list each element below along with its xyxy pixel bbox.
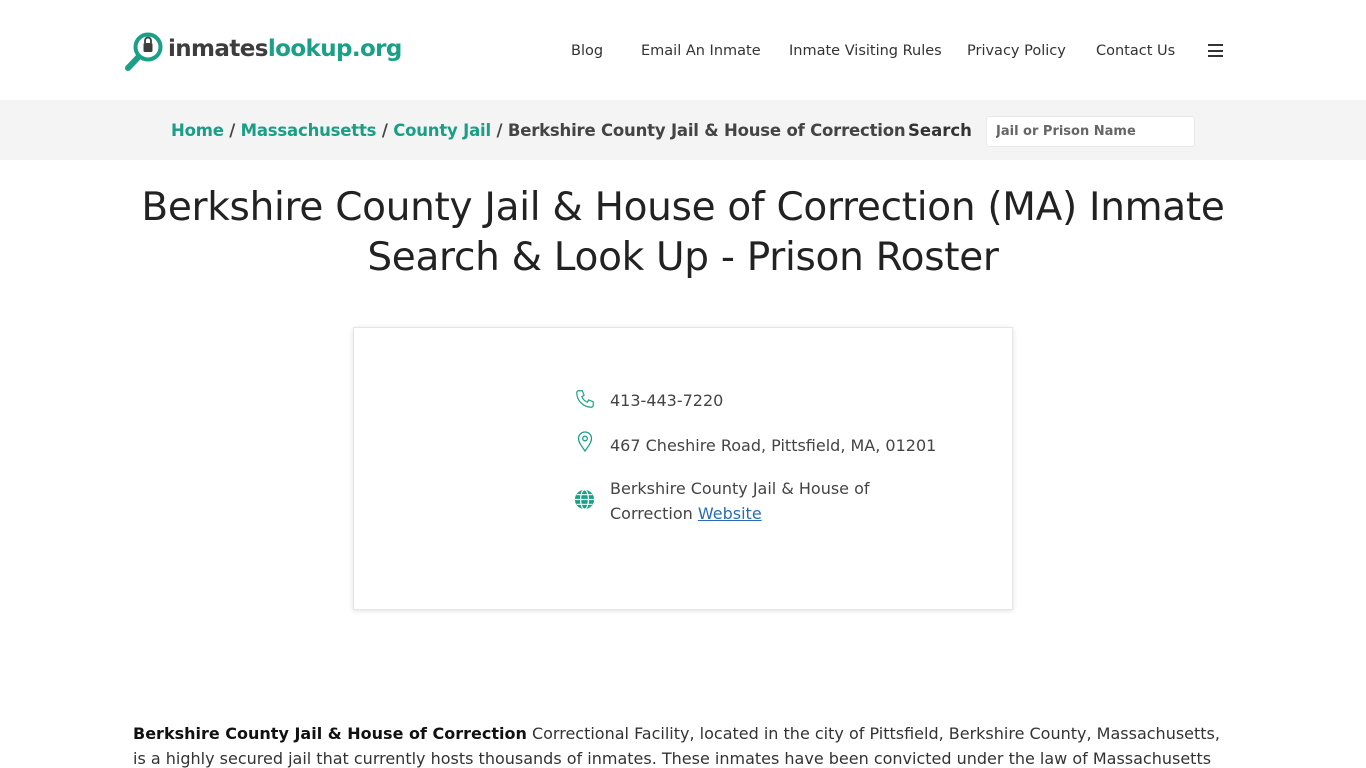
main-nav: Blog Email An Inmate Inmate Visiting Rul… bbox=[0, 40, 1366, 62]
website-link[interactable]: Website bbox=[698, 504, 762, 523]
nav-inmate-visiting-rules[interactable]: Inmate Visiting Rules bbox=[789, 40, 942, 62]
breadcrumb-massachusetts[interactable]: Massachusetts bbox=[241, 121, 377, 140]
page-title-line2: Search & Look Up - Prison Roster bbox=[367, 235, 999, 280]
breadcrumb-current: Berkshire County Jail & House of Correct… bbox=[507, 121, 906, 140]
globe-icon bbox=[574, 489, 595, 510]
search-label: Search bbox=[908, 121, 972, 140]
nav-contact-us[interactable]: Contact Us bbox=[1096, 40, 1175, 62]
search-input[interactable] bbox=[986, 116, 1195, 147]
phone-icon bbox=[576, 390, 594, 408]
facility-address: 467 Cheshire Road, Pittsfield, MA, 01201 bbox=[610, 436, 937, 455]
description-facility-name: Berkshire County Jail & House of Correct… bbox=[133, 724, 527, 743]
breadcrumb: Home / Massachusetts / County Jail / Ber… bbox=[171, 120, 906, 142]
phone-number[interactable]: 413-443-7220 bbox=[610, 388, 723, 413]
breadcrumb-separator: / bbox=[381, 121, 388, 140]
nav-blog[interactable]: Blog bbox=[571, 40, 603, 62]
breadcrumb-county-jail[interactable]: County Jail bbox=[393, 121, 491, 140]
page-title: Berkshire County Jail & House of Correct… bbox=[100, 183, 1266, 283]
website-text-line1: Berkshire County Jail & House of bbox=[610, 479, 870, 498]
hamburger-menu-icon[interactable] bbox=[1208, 44, 1223, 57]
facility-info-card: 413-443-7220 467 Cheshire Road, Pittsfie… bbox=[353, 327, 1013, 610]
breadcrumb-home[interactable]: Home bbox=[171, 121, 224, 140]
facility-website-text: Berkshire County Jail & House of Correct… bbox=[610, 476, 870, 526]
breadcrumb-separator: / bbox=[496, 121, 503, 140]
map-pin-icon bbox=[577, 431, 593, 453]
nav-privacy-policy[interactable]: Privacy Policy bbox=[967, 40, 1066, 62]
site-header: inmateslookup.org Blog Email An Inmate I… bbox=[0, 0, 1366, 100]
breadcrumb-separator: / bbox=[229, 121, 236, 140]
website-text-line2: Correction bbox=[610, 504, 693, 523]
page-title-line1: Berkshire County Jail & House of Correct… bbox=[141, 185, 1225, 230]
nav-email-an-inmate[interactable]: Email An Inmate bbox=[641, 40, 761, 62]
facility-description: Berkshire County Jail & House of Correct… bbox=[133, 721, 1233, 768]
